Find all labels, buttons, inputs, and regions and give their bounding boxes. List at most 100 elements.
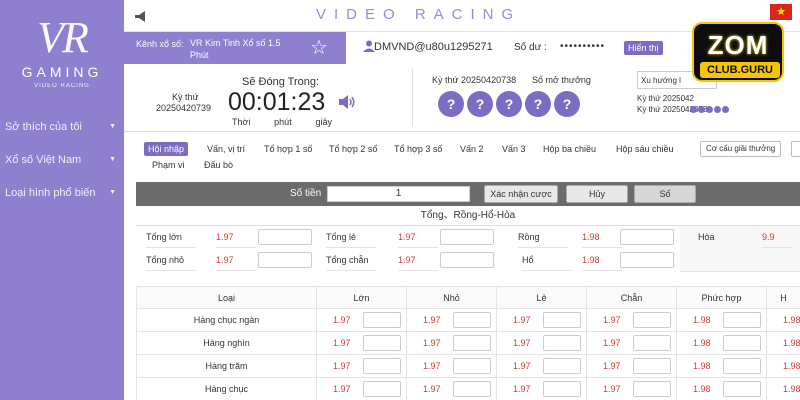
star-icon[interactable]: ☆ (310, 38, 328, 58)
sidebar-item-favorites[interactable]: Sở thích của tôi ▼ (0, 110, 124, 143)
bet-input[interactable] (363, 381, 401, 397)
table-row: Hàng chục ngàn 1.97 1.97 1.97 1.97 1.98 1.98 (136, 308, 800, 332)
column-header: Loại (136, 286, 317, 309)
zom-logo-subtext: CLUB.GURU (700, 62, 780, 78)
tab-box-3[interactable]: Hộp ba chiều (543, 142, 596, 156)
bet-input[interactable] (363, 312, 401, 328)
sidebar-item-label: Loại hình phổ biến (5, 186, 96, 199)
megaphone-icon[interactable] (134, 11, 148, 22)
bet-input[interactable] (453, 381, 491, 397)
bet-odds: 1.98 (783, 384, 800, 394)
show-balance-button[interactable]: Hiển thị (624, 41, 663, 55)
trend-ball (698, 106, 705, 113)
tab-range[interactable]: Phạm vi (152, 158, 185, 172)
bet-input[interactable] (543, 358, 581, 374)
tab-van-2[interactable]: Vấn 2 (460, 142, 484, 156)
logo-sub-text: VIDEO RACING (34, 83, 90, 89)
odds-input-pair: 1.97 (409, 335, 494, 351)
tab-box-6[interactable]: Hộp sáu chiều (616, 142, 674, 156)
bet-input[interactable] (440, 252, 494, 268)
bet-input[interactable] (453, 312, 491, 328)
bet-cell: 1.97 (406, 308, 497, 332)
row-label: Hàng chục ngàn (136, 308, 317, 332)
bet-input[interactable] (633, 335, 671, 351)
number-button[interactable]: Số (634, 185, 696, 203)
bet-input[interactable] (620, 229, 674, 245)
odds-input-pair: 1.97 (499, 312, 584, 328)
tab-bullfight[interactable]: Đấu bò (204, 158, 233, 172)
username: DMVND@u80u1295271 (374, 41, 493, 53)
bet-input[interactable] (440, 229, 494, 245)
tab-van-3[interactable]: Vấn 3 (502, 142, 526, 156)
sidebar-item-vietnam-lottery[interactable]: Xổ số Việt Nam ▼ (0, 143, 124, 176)
amount-input[interactable]: 1 (327, 186, 470, 202)
bet-cell: 1.97 (496, 331, 587, 355)
speaker-icon[interactable] (338, 94, 356, 110)
bet-cell: 1.97 (496, 308, 587, 332)
odds-input-pair: 1.97 (589, 381, 674, 397)
bet-cell: 1.97 (586, 377, 677, 400)
odds-input-pair: 1.97 (409, 381, 494, 397)
unit-second: giây (315, 117, 332, 127)
bet-odds: 1.97 (398, 249, 438, 271)
bet-input[interactable] (633, 358, 671, 374)
tab-integrated[interactable]: Hội nhập (144, 142, 189, 156)
tab-combo-2[interactable]: Tổ hợp 2 số (329, 142, 377, 156)
amount-label: Số tiền (290, 188, 322, 199)
tab-position[interactable]: Vấn, vị trí (207, 142, 245, 156)
balance-label: Số dư : (514, 42, 547, 53)
position-bets-section: Loại Lớn Nhỏ Lẻ Chẵn Phức hợp H Hàng chụ… (136, 286, 800, 400)
bet-odds: 1.97 (513, 338, 531, 348)
cancel-button[interactable]: Hủy (566, 185, 628, 203)
bet-odds: 1.98 (693, 338, 711, 348)
bet-input[interactable] (363, 358, 401, 374)
column-header: Nhỏ (406, 286, 497, 309)
odds-input-pair: 1.97 (319, 335, 404, 351)
bet-odds: 1.97 (423, 315, 441, 325)
bet-input[interactable] (258, 229, 312, 245)
bet-input[interactable] (453, 335, 491, 351)
bet-input[interactable] (363, 335, 401, 351)
bet-cell: 1.97 (406, 354, 497, 378)
tab-combo-3[interactable]: Tổ hợp 3 số (394, 142, 442, 156)
trend-balls (690, 106, 729, 113)
tab-combo-1[interactable]: Tổ hợp 1 số (264, 142, 312, 156)
vietnam-flag-icon[interactable]: ★ (770, 4, 792, 20)
bet-odds: 1.97 (603, 384, 621, 394)
odds-input-pair: 1.98 (679, 381, 764, 397)
bet-input[interactable] (723, 381, 761, 397)
bet-cell: 1.97 (316, 331, 407, 355)
odds-input-pair: 1.97 (499, 358, 584, 374)
bet-input[interactable] (258, 252, 312, 268)
bet-odds: 9.9 (762, 226, 792, 248)
bet-input[interactable] (633, 381, 671, 397)
chevron-down-icon: ▼ (109, 123, 116, 130)
zom-logo-text: ZOM (707, 30, 769, 60)
bet-input[interactable] (543, 381, 581, 397)
bet-name: Tổng nhỏ (146, 249, 196, 271)
column-header: Phức hợp (676, 286, 767, 309)
bet-odds: 1.97 (603, 315, 621, 325)
row-label: Hàng trăm (136, 354, 317, 378)
bet-input[interactable] (723, 312, 761, 328)
bet-input[interactable] (543, 335, 581, 351)
balance-value: •••••••••• (560, 41, 606, 52)
extra-button[interactable] (791, 141, 800, 157)
vr-gaming-logo[interactable]: VR GAMING VIDEO RACING (0, 14, 124, 90)
odds-input-pair: 1.98 (769, 312, 800, 328)
odds-input-pair: 1.97 (589, 312, 674, 328)
sidebar-item-popular[interactable]: Loại hình phổ biến ▼ (0, 176, 124, 209)
bet-cell: 1.97 (586, 354, 677, 378)
bet-name: Hổ (522, 249, 572, 271)
confirm-bet-button[interactable]: Xác nhận cược (484, 185, 558, 203)
number-ball: ? (554, 91, 580, 117)
prize-structure-button[interactable]: Cơ cấu giải thưởng (700, 141, 782, 157)
bet-input[interactable] (543, 312, 581, 328)
bet-input[interactable] (723, 335, 761, 351)
bet-input[interactable] (620, 252, 674, 268)
odds-input-pair: 1.97 (589, 358, 674, 374)
bet-input[interactable] (453, 358, 491, 374)
draw-period-label: Kỳ thứ (172, 92, 199, 102)
bet-input[interactable] (723, 358, 761, 374)
bet-input[interactable] (633, 312, 671, 328)
